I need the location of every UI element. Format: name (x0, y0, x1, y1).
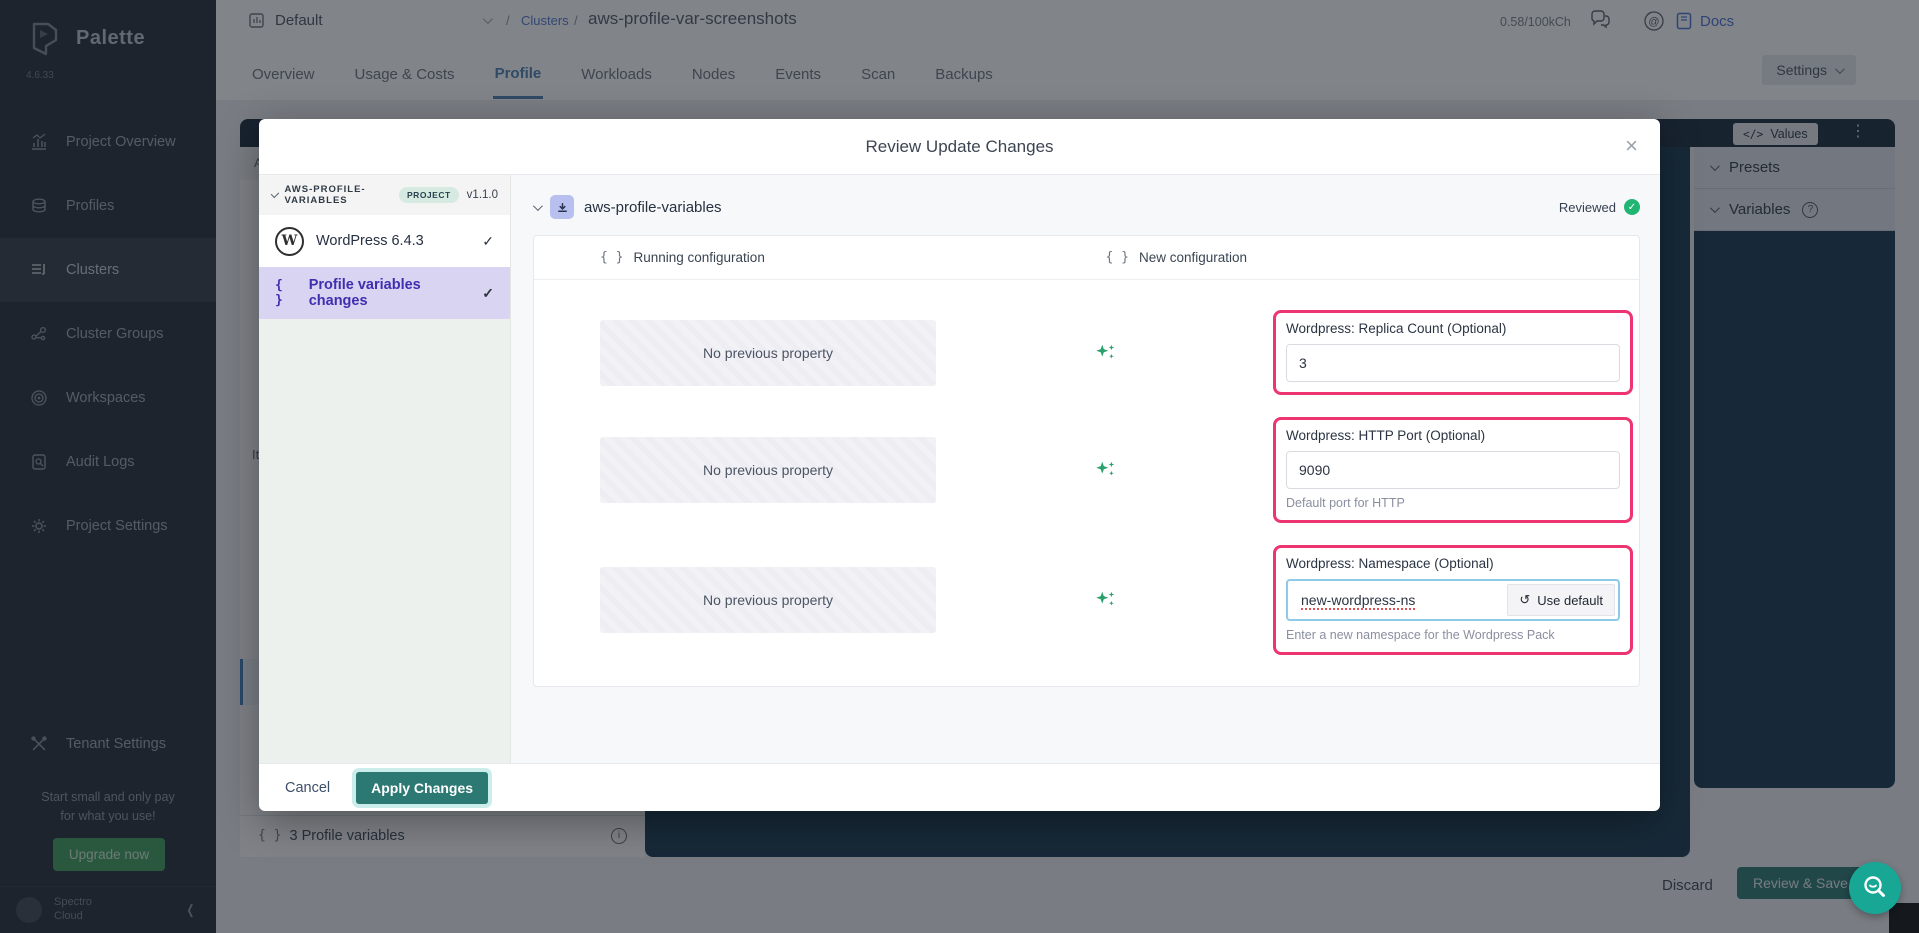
use-default-label: Use default (1537, 593, 1603, 608)
modal-title: Review Update Changes (865, 137, 1053, 157)
modal-left-panel: AWS-PROFILE-VARIABLES PROJECT v1.1.0 W W… (259, 175, 511, 763)
magnifier-smile-icon (1860, 873, 1890, 903)
field-label: Wordpress: HTTP Port (Optional) (1286, 428, 1620, 443)
modal-footer: Cancel Apply Changes (259, 763, 1660, 811)
reviewed-label: Reviewed (1559, 200, 1616, 215)
running-configuration-header: { } Running configuration (534, 236, 1087, 279)
modal-body: AWS-PROFILE-VARIABLES PROJECT v1.1.0 W W… (259, 175, 1660, 763)
namespace-value[interactable]: new-wordpress-ns (1291, 592, 1507, 608)
modal-main-panel: aws-profile-variables Reviewed ✓ { } Run… (511, 175, 1660, 763)
braces-icon: { } (600, 250, 623, 265)
section-name: aws-profile-variables (584, 199, 722, 216)
chevron-down-icon[interactable] (533, 201, 543, 211)
sparkle-icon (1094, 342, 1116, 364)
help-search-fab[interactable] (1849, 862, 1901, 914)
configuration-diff-card: { } Running configuration { } New config… (533, 235, 1640, 687)
wordpress-logo-icon: W (275, 227, 304, 256)
pack-item-profile-variables[interactable]: { } Profile variables changes ✓ (259, 267, 510, 319)
braces-icon: { } (1106, 250, 1129, 265)
namespace-text: new-wordpress-ns (1301, 592, 1415, 610)
modal-header: Review Update Changes × (259, 119, 1660, 175)
no-previous-property-box: No previous property (600, 437, 936, 503)
profile-version: v1.1.0 (467, 189, 498, 201)
diff-column-headers: { } Running configuration { } New config… (534, 236, 1639, 280)
corner-widget (1889, 903, 1919, 933)
close-icon[interactable]: × (1625, 133, 1638, 159)
sparkle-icon (1094, 459, 1116, 481)
chevron-down-icon (271, 189, 280, 198)
pack-item-wordpress[interactable]: W WordPress 6.4.3 ✓ (259, 215, 510, 267)
pack-item-label: WordPress 6.4.3 (316, 233, 424, 249)
variables-section-icon (550, 195, 574, 219)
running-configuration-label: Running configuration (633, 250, 764, 265)
http-port-input[interactable] (1286, 451, 1620, 489)
check-icon: ✓ (482, 285, 494, 302)
replica-count-input[interactable] (1286, 344, 1620, 382)
highlight-annotation-box: Wordpress: Replica Count (Optional) (1273, 310, 1633, 395)
history-icon: ↺ (1519, 592, 1530, 608)
diff-rows: No previous property Wordpress: Replica … (534, 280, 1639, 655)
scope-badge: PROJECT (399, 187, 459, 203)
new-configuration-header: { } New configuration (1087, 236, 1640, 279)
field-label: Wordpress: Replica Count (Optional) (1286, 321, 1620, 336)
braces-icon: { } (275, 278, 297, 308)
field-helper-text: Enter a new namespace for the Wordpress … (1286, 628, 1620, 642)
section-header: aws-profile-variables Reviewed ✓ (533, 195, 1640, 219)
reviewed-badge: Reviewed ✓ (1559, 199, 1640, 215)
pack-item-label: Profile variables changes (309, 277, 471, 309)
use-default-button[interactable]: ↺ Use default (1507, 584, 1615, 616)
reviewed-check-icon: ✓ (1624, 199, 1640, 215)
namespace-input[interactable]: new-wordpress-ns ↺ Use default (1286, 579, 1620, 621)
highlight-annotation-box: Wordpress: HTTP Port (Optional) Default … (1273, 417, 1633, 523)
apply-changes-button[interactable]: Apply Changes (356, 772, 488, 804)
cancel-button[interactable]: Cancel (285, 780, 330, 796)
field-label: Wordpress: Namespace (Optional) (1286, 556, 1620, 571)
check-icon: ✓ (482, 233, 494, 250)
field-helper-text: Default port for HTTP (1286, 496, 1620, 510)
diff-row-namespace: No previous property Wordpress: Namespac… (534, 545, 1633, 655)
diff-row-replica-count: No previous property Wordpress: Replica … (534, 310, 1633, 395)
new-configuration-label: New configuration (1139, 250, 1247, 265)
profile-name: AWS-PROFILE-VARIABLES (284, 184, 391, 206)
diff-row-http-port: No previous property Wordpress: HTTP Por… (534, 417, 1633, 523)
review-update-changes-modal: Review Update Changes × AWS-PROFILE-VARI… (259, 119, 1660, 811)
app-screen: Palette 4.6.33 Project Overview Profiles… (0, 0, 1919, 933)
no-previous-property-box: No previous property (600, 320, 936, 386)
sparkle-icon (1094, 589, 1116, 611)
no-previous-property-box: No previous property (600, 567, 936, 633)
highlight-annotation-box: Wordpress: Namespace (Optional) new-word… (1273, 545, 1633, 655)
profile-header-row[interactable]: AWS-PROFILE-VARIABLES PROJECT v1.1.0 (259, 175, 510, 215)
